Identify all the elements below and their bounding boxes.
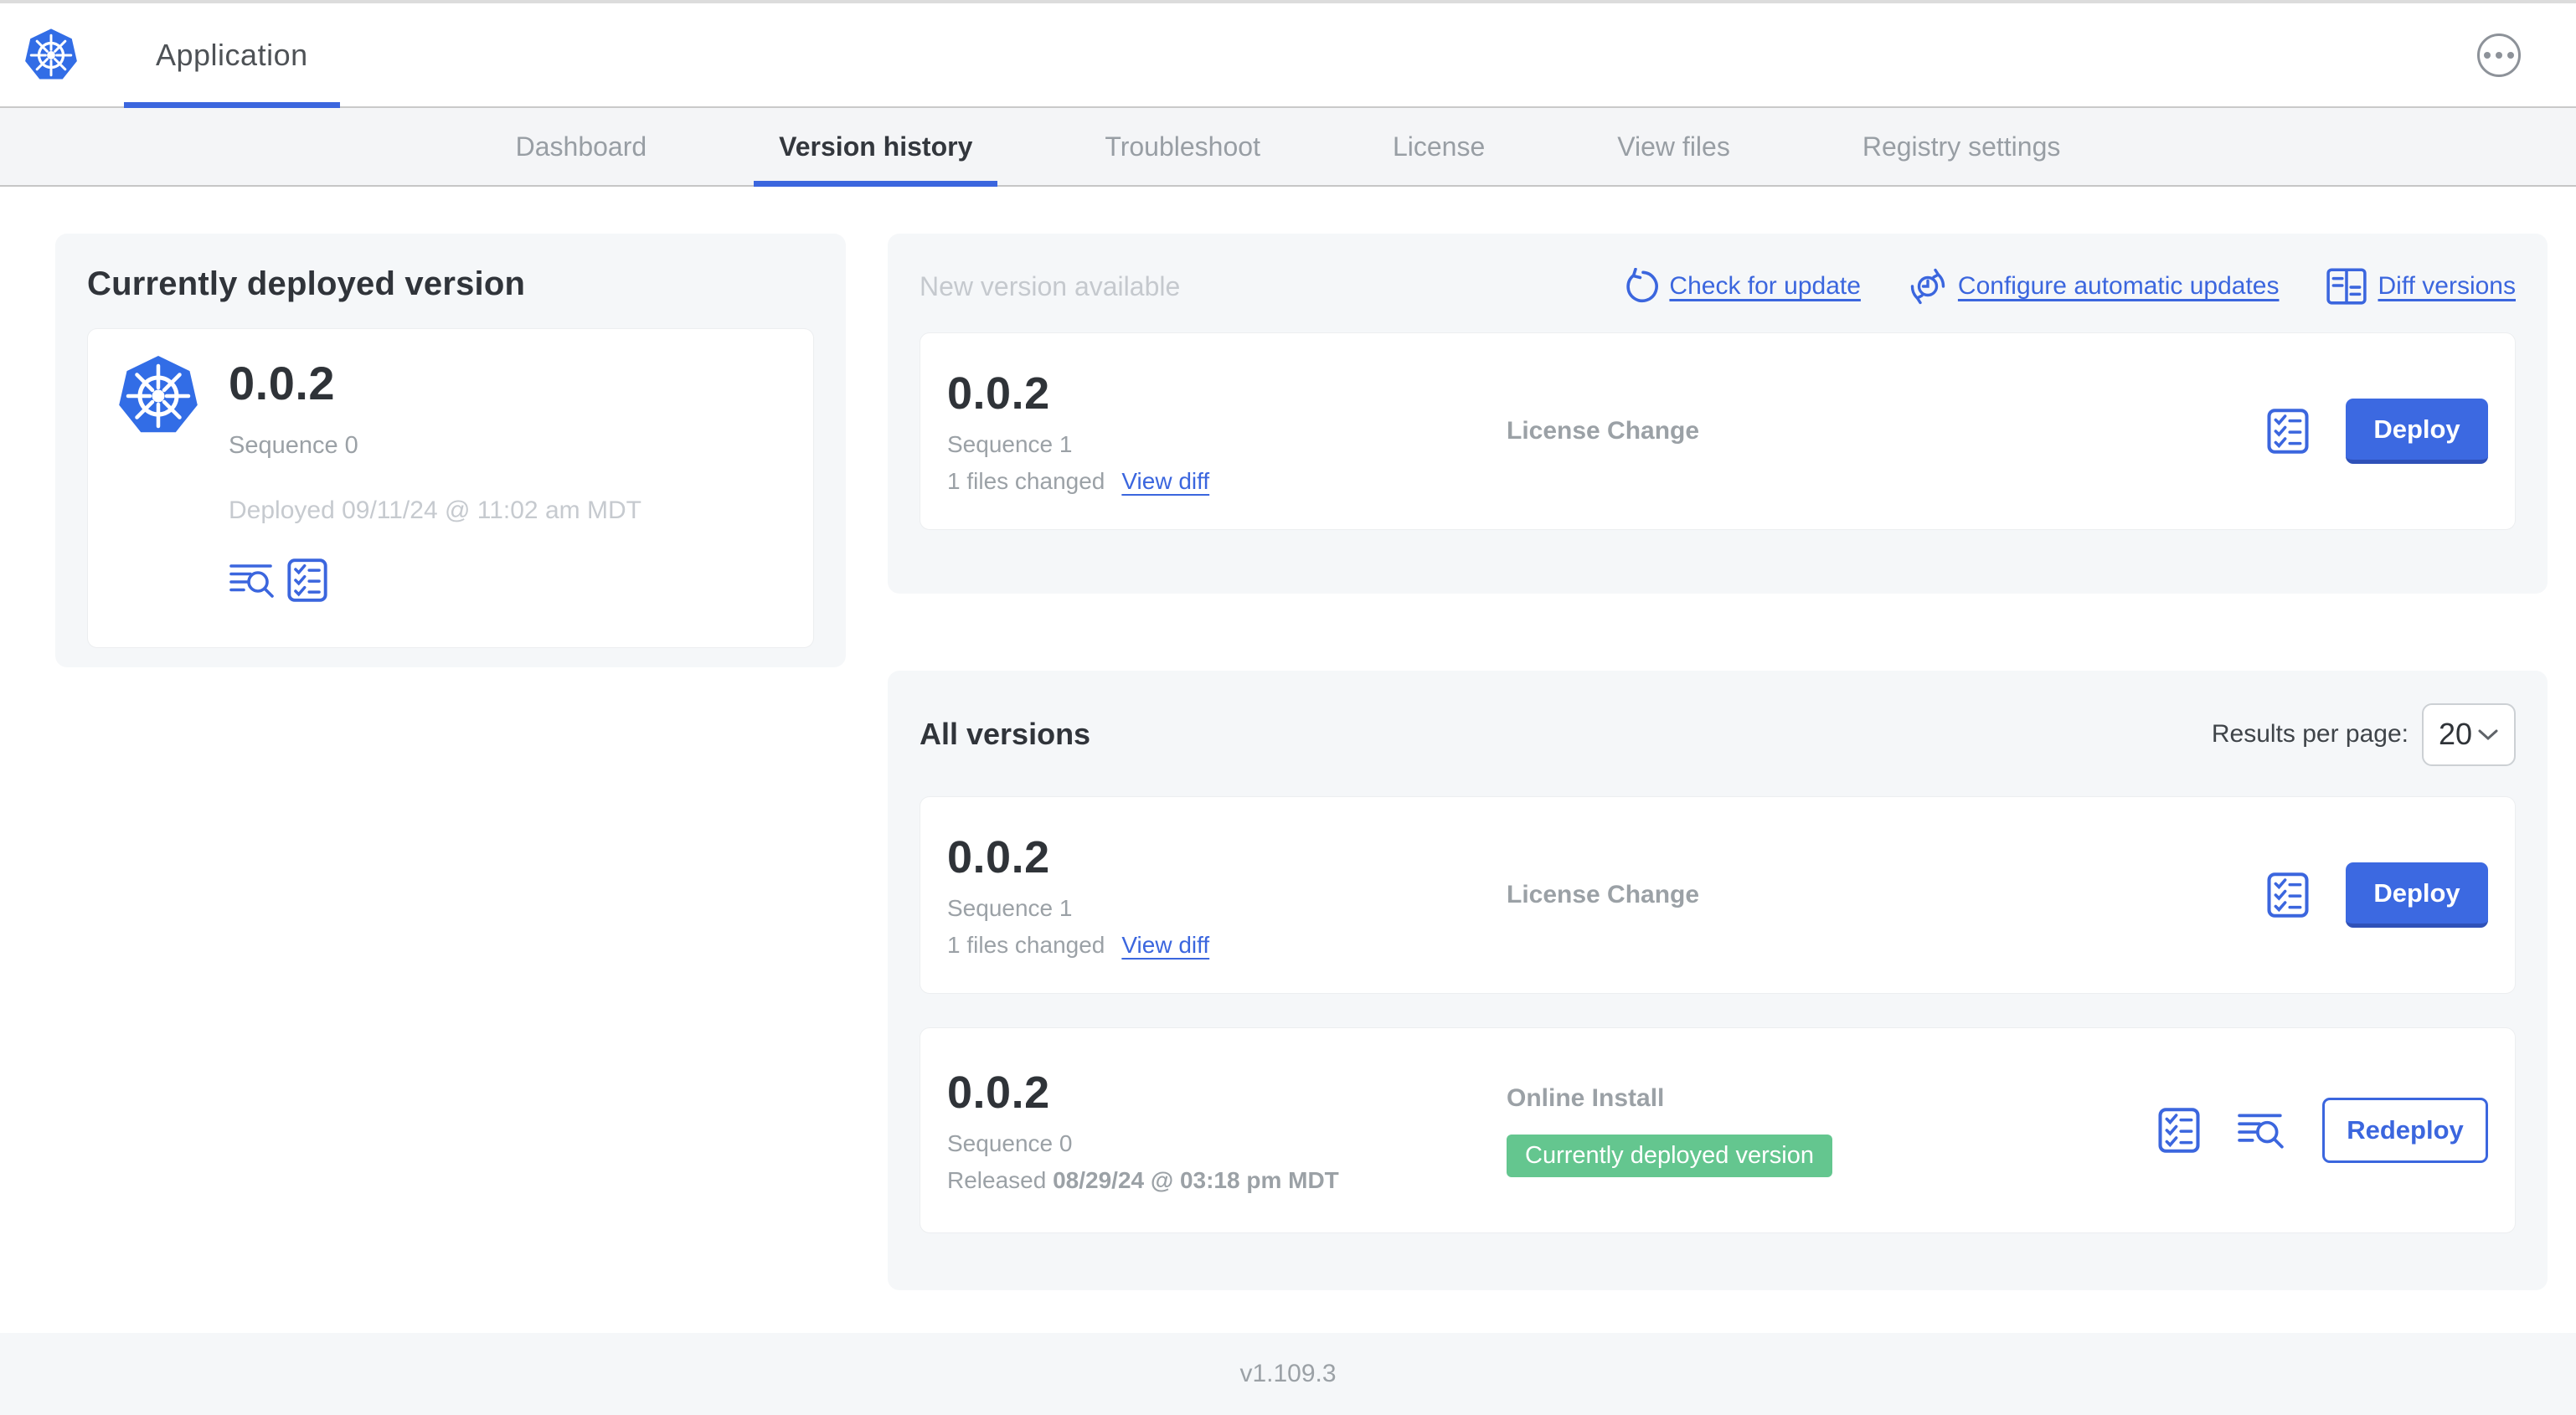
tab-dashboard[interactable]: Dashboard [513,108,651,185]
tab-version-history[interactable]: Version history [754,108,998,187]
view-logs-button[interactable] [229,560,276,600]
app-nav: Dashboard Version history Troubleshoot L… [0,108,2576,187]
files-changed-text: 1 files changed [947,468,1105,494]
new-version-panel: New version available Check for update C… [888,234,2548,594]
version-source: License Change [1507,417,1700,445]
deploy-button[interactable]: Deploy [2346,399,2488,464]
version-sequence: Sequence 0 [947,1130,1073,1156]
app-title: Application [156,37,308,72]
files-changed-text: 1 files changed [947,932,1105,958]
currently-deployed-badge: Currently deployed version [1507,1134,1832,1177]
view-diff-link[interactable]: View diff [1121,932,1209,959]
logs-icon [229,564,274,598]
deployed-version-number: 0.0.2 [229,357,336,409]
version-history-page: Currently deployed version 0.0.2 Sequenc… [0,187,2576,1330]
currently-deployed-card: 0.0.2 Sequence 0 Deployed 09/11/24 @ 11:… [87,328,814,648]
diff-icon [2326,268,2367,305]
preflight-checklist-icon [2267,409,2309,454]
chevron-down-icon [2478,729,2498,741]
version-row: 0.0.2 Sequence 0 Released 08/29/24 @ 03:… [920,1027,2516,1233]
version-source: Online Install [1507,1083,1665,1112]
version-row: 0.0.2 Sequence 1 1 files changed View di… [920,796,2516,994]
logs-icon [2238,1114,2284,1149]
view-logs-button[interactable] [2237,1109,2285,1151]
preflight-checks-button[interactable] [2267,872,2309,918]
app-title-active-underline [124,102,340,108]
ellipsis-icon [2481,51,2517,59]
redeploy-button[interactable]: Redeploy [2322,1098,2488,1163]
tab-license[interactable]: License [1389,108,1488,185]
kubernetes-logo-icon [25,28,77,80]
refresh-icon [1626,268,1659,303]
version-number: 0.0.2 [947,368,1050,419]
preflight-checklist-icon [287,558,327,602]
tab-troubleshoot[interactable]: Troubleshoot [1101,108,1264,185]
currently-deployed-heading: Currently deployed version [87,265,526,302]
version-source: License Change [1507,881,1700,908]
all-versions-panel: All versions Results per page: 20 0.0.2 … [888,671,2548,1290]
auto-update-clock-icon [1910,268,1945,305]
version-sequence: Sequence 1 [947,895,1073,921]
preflight-checks-button[interactable] [287,558,327,602]
released-timestamp: Released 08/29/24 @ 03:18 pm MDT [947,1167,1339,1193]
deploy-button[interactable]: Deploy [2346,862,2488,928]
version-sequence: Sequence 1 [947,431,1073,457]
tab-registry-settings[interactable]: Registry settings [1859,108,2064,185]
configure-automatic-updates-link[interactable]: Configure automatic updates [1908,266,2279,306]
version-number: 0.0.2 [947,832,1050,882]
kubernetes-app-icon [119,356,198,433]
tab-view-files[interactable]: View files [1614,108,1734,185]
app-header: Application [0,0,2576,108]
pending-version-row: 0.0.2 Sequence 1 1 files changed View di… [920,332,2516,530]
preflight-checks-button[interactable] [2158,1108,2200,1153]
view-diff-link[interactable]: View diff [1121,468,1209,495]
results-per-page-select[interactable]: 20 [2422,702,2516,766]
results-per-page-label: Results per page: [2211,720,2409,748]
diff-versions-link[interactable]: Diff versions [2326,265,2516,307]
deployed-timestamp: Deployed 09/11/24 @ 11:02 am MDT [229,497,641,524]
deployed-sequence: Sequence 0 [229,432,358,459]
currently-deployed-panel: Currently deployed version 0.0.2 Sequenc… [55,234,846,667]
preflight-checks-button[interactable] [2267,409,2309,454]
console-version: v1.109.3 [1239,1360,1337,1387]
app-footer: v1.109.3 [0,1333,2576,1415]
preflight-checklist-icon [2267,872,2309,918]
version-number: 0.0.2 [947,1068,1050,1118]
check-for-update-link[interactable]: Check for update [1622,268,1861,305]
new-version-heading: New version available [920,270,1181,301]
all-versions-heading: All versions [920,717,1091,751]
preflight-checklist-icon [2158,1108,2200,1153]
overflow-menu-button[interactable] [2477,33,2521,77]
